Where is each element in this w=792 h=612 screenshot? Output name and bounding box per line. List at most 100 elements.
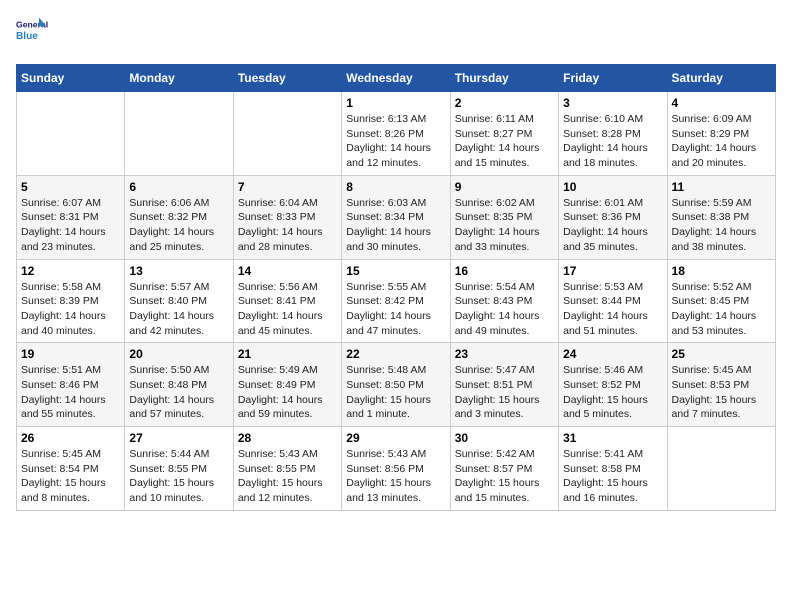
day-number: 8 [346,180,445,194]
calendar-cell: 6 Sunrise: 6:06 AM Sunset: 8:32 PM Daylig… [125,175,233,259]
calendar-week-row: 5 Sunrise: 6:07 AM Sunset: 8:31 PM Daylig… [17,175,776,259]
day-content: Sunrise: 6:04 AM Sunset: 8:33 PM Dayligh… [238,196,337,255]
day-content: Sunrise: 5:57 AM Sunset: 8:40 PM Dayligh… [129,280,228,339]
calendar-cell: 2 Sunrise: 6:11 AM Sunset: 8:27 PM Daylig… [450,92,558,176]
calendar-cell: 16 Sunrise: 5:54 AM Sunset: 8:43 PM Dayli… [450,259,558,343]
day-number: 7 [238,180,337,194]
day-content: Sunrise: 5:49 AM Sunset: 8:49 PM Dayligh… [238,363,337,422]
calendar-cell [125,92,233,176]
day-number: 21 [238,347,337,361]
day-number: 1 [346,96,445,110]
day-number: 19 [21,347,120,361]
calendar-cell: 3 Sunrise: 6:10 AM Sunset: 8:28 PM Daylig… [559,92,667,176]
calendar-cell: 22Sunrise: 5:48 AM Sunset: 8:50 PM Dayli… [342,343,450,427]
day-number: 23 [455,347,554,361]
day-content: Sunrise: 5:46 AM Sunset: 8:52 PM Dayligh… [563,363,662,422]
day-content: Sunrise: 6:10 AM Sunset: 8:28 PM Dayligh… [563,112,662,171]
day-content: Sunrise: 5:54 AM Sunset: 8:43 PM Dayligh… [455,280,554,339]
day-number: 3 [563,96,662,110]
day-number: 28 [238,431,337,445]
day-content: Sunrise: 6:02 AM Sunset: 8:35 PM Dayligh… [455,196,554,255]
day-number: 5 [21,180,120,194]
day-content: Sunrise: 5:45 AM Sunset: 8:54 PM Dayligh… [21,447,120,506]
day-number: 14 [238,264,337,278]
logo-icon: General Blue [16,16,52,52]
calendar-cell: 28 Sunrise: 5:43 AM Sunset: 8:55 PM Dayli… [233,427,341,511]
calendar-cell: 5 Sunrise: 6:07 AM Sunset: 8:31 PM Daylig… [17,175,125,259]
day-content: Sunrise: 5:51 AM Sunset: 8:46 PM Dayligh… [21,363,120,422]
day-number: 12 [21,264,120,278]
day-number: 10 [563,180,662,194]
header-day-friday: Friday [559,65,667,92]
calendar-cell: 24 Sunrise: 5:46 AM Sunset: 8:52 PM Dayli… [559,343,667,427]
calendar-cell: 23 Sunrise: 5:47 AM Sunset: 8:51 PM Dayli… [450,343,558,427]
calendar-cell [17,92,125,176]
day-number: 31 [563,431,662,445]
day-number: 20 [129,347,228,361]
svg-text:Blue: Blue [16,31,38,42]
calendar-cell: 8 Sunrise: 6:03 AM Sunset: 8:34 PM Daylig… [342,175,450,259]
calendar-cell: 11 Sunrise: 5:59 AM Sunset: 8:38 PM Dayli… [667,175,775,259]
calendar-cell: 27 Sunrise: 5:44 AM Sunset: 8:55 PM Dayli… [125,427,233,511]
calendar-cell: 12 Sunrise: 5:58 AM Sunset: 8:39 PM Dayli… [17,259,125,343]
day-content: Sunrise: 5:41 AM Sunset: 8:58 PM Dayligh… [563,447,662,506]
calendar-week-row: 1Sunrise: 6:13 AM Sunset: 8:26 PM Daylig… [17,92,776,176]
day-content: Sunrise: 5:53 AM Sunset: 8:44 PM Dayligh… [563,280,662,339]
day-content: Sunrise: 6:11 AM Sunset: 8:27 PM Dayligh… [455,112,554,171]
header-day-sunday: Sunday [17,65,125,92]
logo: General Blue [16,16,52,52]
day-number: 15 [346,264,445,278]
calendar-table: SundayMondayTuesdayWednesdayThursdayFrid… [16,64,776,511]
calendar-cell: 15 Sunrise: 5:55 AM Sunset: 8:42 PM Dayli… [342,259,450,343]
calendar-cell [233,92,341,176]
day-content: Sunrise: 5:52 AM Sunset: 8:45 PM Dayligh… [672,280,771,339]
calendar-cell: 17 Sunrise: 5:53 AM Sunset: 8:44 PM Dayli… [559,259,667,343]
day-content: Sunrise: 5:59 AM Sunset: 8:38 PM Dayligh… [672,196,771,255]
header-day-wednesday: Wednesday [342,65,450,92]
day-content: Sunrise: 5:55 AM Sunset: 8:42 PM Dayligh… [346,280,445,339]
calendar-cell: 30Sunrise: 5:42 AM Sunset: 8:57 PM Dayli… [450,427,558,511]
day-number: 17 [563,264,662,278]
day-content: Sunrise: 6:01 AM Sunset: 8:36 PM Dayligh… [563,196,662,255]
day-content: Sunrise: 5:45 AM Sunset: 8:53 PM Dayligh… [672,363,771,422]
day-content: Sunrise: 5:56 AM Sunset: 8:41 PM Dayligh… [238,280,337,339]
calendar-cell: 21 Sunrise: 5:49 AM Sunset: 8:49 PM Dayli… [233,343,341,427]
calendar-cell: 26 Sunrise: 5:45 AM Sunset: 8:54 PM Dayli… [17,427,125,511]
day-number: 26 [21,431,120,445]
day-number: 2 [455,96,554,110]
header-day-tuesday: Tuesday [233,65,341,92]
day-content: Sunrise: 5:42 AM Sunset: 8:57 PM Dayligh… [455,447,554,506]
header-day-saturday: Saturday [667,65,775,92]
day-content: Sunrise: 6:03 AM Sunset: 8:34 PM Dayligh… [346,196,445,255]
calendar-cell: 4Sunrise: 6:09 AM Sunset: 8:29 PM Daylig… [667,92,775,176]
day-content: Sunrise: 6:06 AM Sunset: 8:32 PM Dayligh… [129,196,228,255]
day-content: Sunrise: 5:50 AM Sunset: 8:48 PM Dayligh… [129,363,228,422]
day-content: Sunrise: 5:58 AM Sunset: 8:39 PM Dayligh… [21,280,120,339]
calendar-cell: 19 Sunrise: 5:51 AM Sunset: 8:46 PM Dayli… [17,343,125,427]
day-number: 6 [129,180,228,194]
calendar-week-row: 12 Sunrise: 5:58 AM Sunset: 8:39 PM Dayli… [17,259,776,343]
header-day-monday: Monday [125,65,233,92]
day-number: 18 [672,264,771,278]
calendar-week-row: 19 Sunrise: 5:51 AM Sunset: 8:46 PM Dayli… [17,343,776,427]
day-content: Sunrise: 5:43 AM Sunset: 8:55 PM Dayligh… [238,447,337,506]
day-content: Sunrise: 5:47 AM Sunset: 8:51 PM Dayligh… [455,363,554,422]
calendar-cell: 14 Sunrise: 5:56 AM Sunset: 8:41 PM Dayli… [233,259,341,343]
calendar-cell: 20 Sunrise: 5:50 AM Sunset: 8:48 PM Dayli… [125,343,233,427]
calendar-cell: 10 Sunrise: 6:01 AM Sunset: 8:36 PM Dayli… [559,175,667,259]
header-day-thursday: Thursday [450,65,558,92]
day-number: 4 [672,96,771,110]
page-header: General Blue [16,16,776,52]
day-content: Sunrise: 5:43 AM Sunset: 8:56 PM Dayligh… [346,447,445,506]
day-number: 16 [455,264,554,278]
calendar-cell: 9Sunrise: 6:02 AM Sunset: 8:35 PM Daylig… [450,175,558,259]
calendar-cell: 29 Sunrise: 5:43 AM Sunset: 8:56 PM Dayli… [342,427,450,511]
day-number: 27 [129,431,228,445]
calendar-cell: 25Sunrise: 5:45 AM Sunset: 8:53 PM Dayli… [667,343,775,427]
day-content: Sunrise: 6:07 AM Sunset: 8:31 PM Dayligh… [21,196,120,255]
day-number: 29 [346,431,445,445]
day-number: 11 [672,180,771,194]
day-content: Sunrise: 5:44 AM Sunset: 8:55 PM Dayligh… [129,447,228,506]
calendar-header-row: SundayMondayTuesdayWednesdayThursdayFrid… [17,65,776,92]
day-number: 24 [563,347,662,361]
